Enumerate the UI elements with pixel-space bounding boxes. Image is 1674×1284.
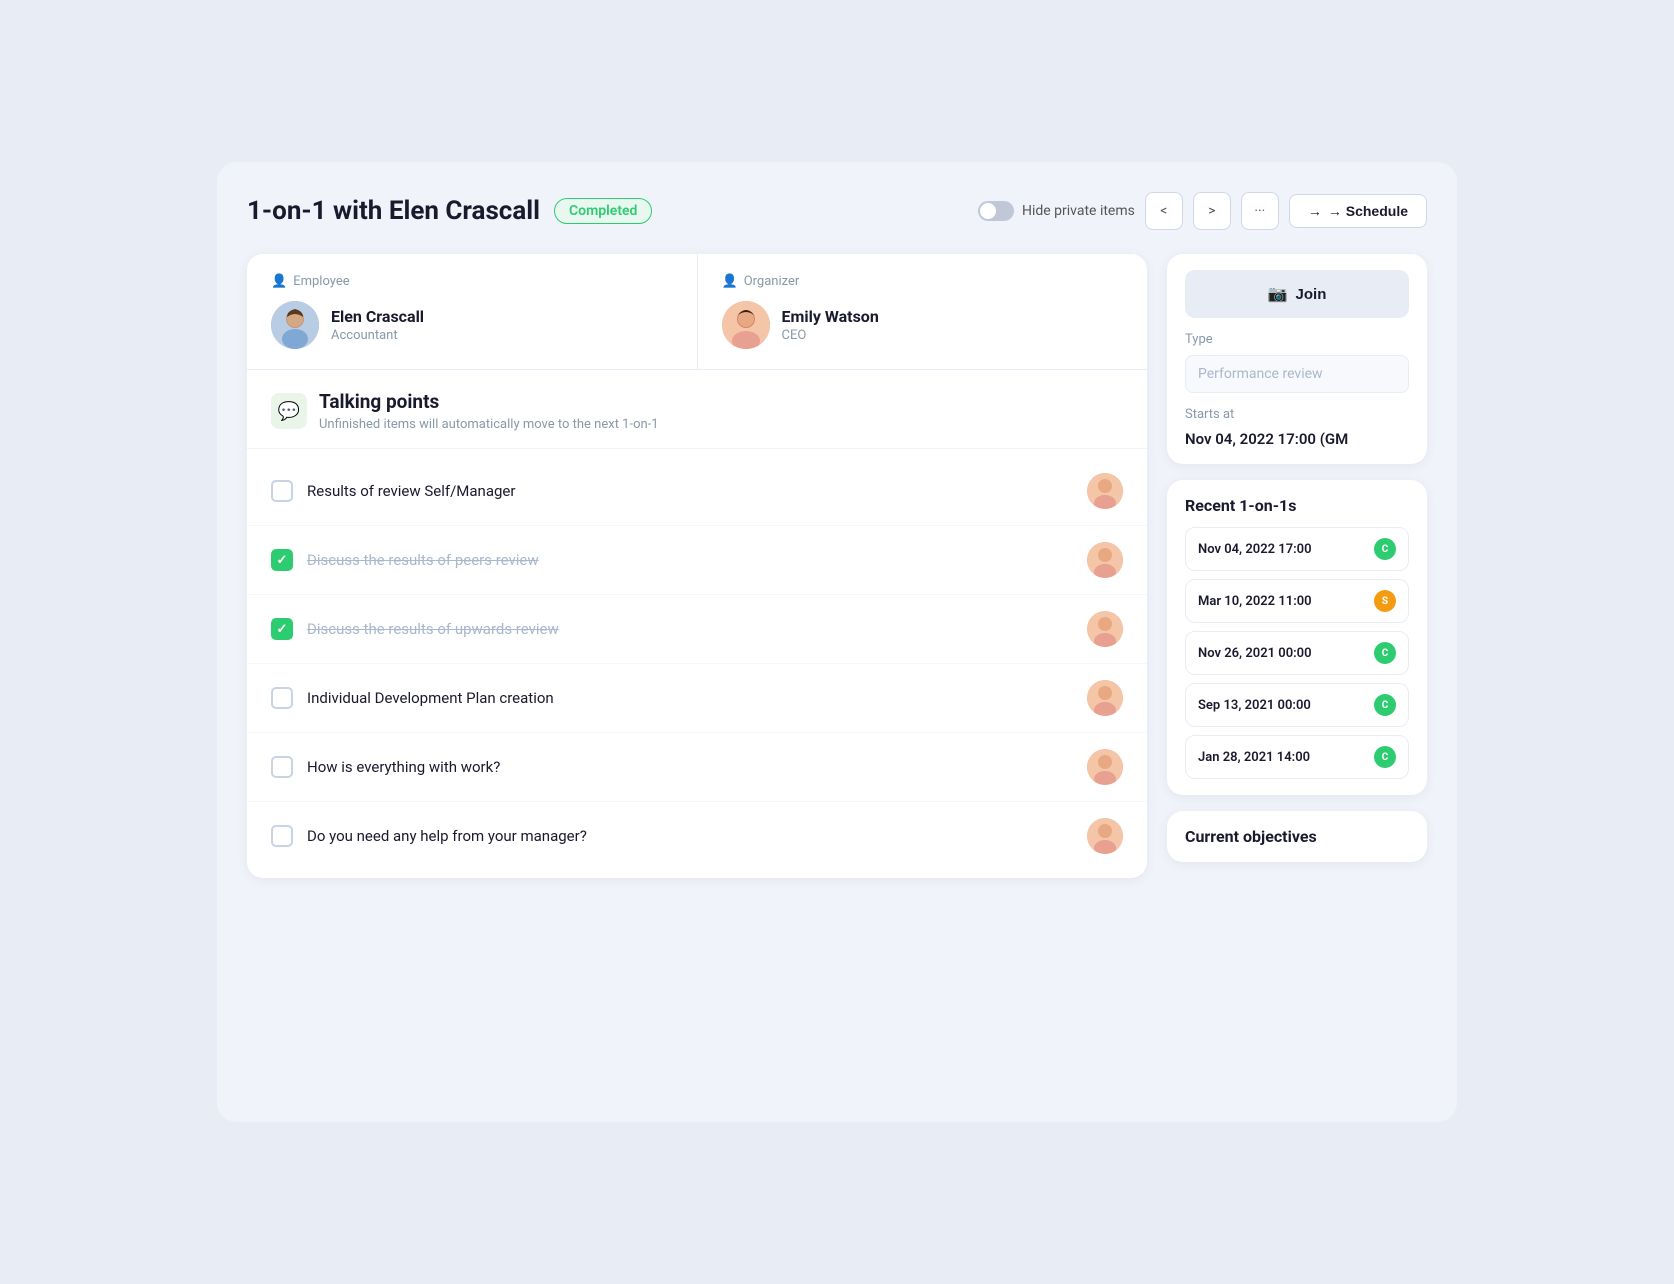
recent-badge-2: S bbox=[1374, 590, 1396, 612]
employee-column: 👤 Employee bbox=[247, 254, 698, 369]
recent-date-5: Jan 28, 2021 14:00 bbox=[1198, 750, 1310, 765]
organizer-column: 👤 Organizer bbox=[698, 254, 1148, 369]
talking-points-title: Talking points bbox=[319, 390, 659, 413]
recent-date-2: Mar 10, 2022 11:00 bbox=[1198, 594, 1312, 609]
agenda-avatar-3 bbox=[1087, 611, 1123, 647]
recent-badge-3: C bbox=[1374, 642, 1396, 664]
agenda-item: Discuss the results of upwards review bbox=[247, 595, 1147, 664]
type-label: Type bbox=[1185, 332, 1409, 347]
recent-item-2[interactable]: Mar 10, 2022 11:00 S bbox=[1185, 579, 1409, 623]
arrow-right-icon: → bbox=[1308, 203, 1322, 219]
recent-item-3[interactable]: Nov 26, 2021 00:00 C bbox=[1185, 631, 1409, 675]
current-objectives-header: Current objectives bbox=[1185, 827, 1409, 846]
agenda-text-1: Results of review Self/Manager bbox=[307, 482, 1073, 500]
agenda-checkbox-4[interactable] bbox=[271, 687, 293, 709]
agenda-avatar-5 bbox=[1087, 749, 1123, 785]
recent-item-1[interactable]: Nov 04, 2022 17:00 C bbox=[1185, 527, 1409, 571]
organizer-person-icon: 👤 bbox=[722, 274, 738, 289]
agenda-item: Discuss the results of peers review bbox=[247, 526, 1147, 595]
nav-next-button[interactable]: > bbox=[1193, 192, 1231, 230]
header-controls: Hide private items < > ··· → → Schedule bbox=[978, 192, 1427, 230]
video-camera-icon: 📷 bbox=[1268, 284, 1288, 304]
employee-info: Elen Crascall Accountant bbox=[271, 301, 673, 349]
agenda-text-6: Do you need any help from your manager? bbox=[307, 827, 1073, 845]
hide-private-toggle-container: Hide private items bbox=[978, 201, 1135, 221]
agenda-avatar-4 bbox=[1087, 680, 1123, 716]
join-type-card: 📷 Join Type Performance review Starts at… bbox=[1167, 254, 1427, 464]
agenda-checkbox-3[interactable] bbox=[271, 618, 293, 640]
main-layout: 👤 Employee bbox=[247, 254, 1427, 878]
recent-date-3: Nov 26, 2021 00:00 bbox=[1198, 646, 1312, 661]
starts-value: Nov 04, 2022 17:00 (GM bbox=[1185, 430, 1409, 448]
starts-label: Starts at bbox=[1185, 407, 1409, 422]
organizer-title: CEO bbox=[782, 328, 879, 343]
recent-badge-5: C bbox=[1374, 746, 1396, 768]
agenda-text-4: Individual Development Plan creation bbox=[307, 689, 1073, 707]
join-button[interactable]: 📷 Join bbox=[1185, 270, 1409, 318]
schedule-label: → Schedule bbox=[1328, 203, 1408, 219]
organizer-role-label: 👤 Organizer bbox=[722, 274, 1124, 289]
agenda-checkbox-2[interactable] bbox=[271, 549, 293, 571]
hide-private-label: Hide private items bbox=[1022, 203, 1135, 219]
agenda-text-5: How is everything with work? bbox=[307, 758, 1073, 776]
agenda-avatar-2 bbox=[1087, 542, 1123, 578]
agenda-avatar-1 bbox=[1087, 473, 1123, 509]
agenda-checkbox-1[interactable] bbox=[271, 480, 293, 502]
nav-prev-button[interactable]: < bbox=[1145, 192, 1183, 230]
schedule-button[interactable]: → → Schedule bbox=[1289, 194, 1427, 228]
organizer-avatar bbox=[722, 301, 770, 349]
agenda-item: Do you need any help from your manager? bbox=[247, 802, 1147, 870]
join-label: Join bbox=[1296, 286, 1327, 303]
app-container: 1-on-1 with Elen Crascall Completed Hide… bbox=[217, 162, 1457, 1122]
header: 1-on-1 with Elen Crascall Completed Hide… bbox=[247, 192, 1427, 230]
recent-item-5[interactable]: Jan 28, 2021 14:00 C bbox=[1185, 735, 1409, 779]
agenda-item: Individual Development Plan creation bbox=[247, 664, 1147, 733]
employee-title: Accountant bbox=[331, 328, 424, 343]
chevron-left-icon: < bbox=[1160, 203, 1167, 219]
starts-section: Starts at Nov 04, 2022 17:00 (GM bbox=[1185, 407, 1409, 448]
left-panel: 👤 Employee bbox=[247, 254, 1147, 878]
recent-ones-card: Recent 1-on-1s Nov 04, 2022 17:00 C Mar … bbox=[1167, 480, 1427, 795]
participants-section: 👤 Employee bbox=[247, 254, 1147, 370]
agenda-item: How is everything with work? bbox=[247, 733, 1147, 802]
employee-avatar bbox=[271, 301, 319, 349]
organizer-info: Emily Watson CEO bbox=[722, 301, 1124, 349]
hide-private-toggle[interactable] bbox=[978, 201, 1014, 221]
ellipsis-icon: ··· bbox=[1254, 203, 1265, 219]
more-options-button[interactable]: ··· bbox=[1241, 192, 1279, 230]
recent-date-4: Sep 13, 2021 00:00 bbox=[1198, 698, 1311, 713]
agenda-checkbox-6[interactable] bbox=[271, 825, 293, 847]
employee-role-label: 👤 Employee bbox=[271, 274, 673, 289]
talking-points-header: 💬 Talking points Unfinished items will a… bbox=[247, 370, 1147, 449]
type-value: Performance review bbox=[1185, 355, 1409, 393]
employee-name: Elen Crascall bbox=[331, 307, 424, 326]
chevron-right-icon: > bbox=[1208, 203, 1215, 219]
tp-title-row: 💬 Talking points Unfinished items will a… bbox=[271, 390, 1123, 432]
agenda-avatar-6 bbox=[1087, 818, 1123, 854]
current-objectives-card: Current objectives bbox=[1167, 811, 1427, 862]
talking-points-icon: 💬 bbox=[271, 393, 307, 429]
agenda-text-3: Discuss the results of upwards review bbox=[307, 620, 1073, 638]
agenda-list: Results of review Self/Manager Discuss t… bbox=[247, 449, 1147, 878]
organizer-details: Emily Watson CEO bbox=[782, 307, 879, 343]
agenda-text-2: Discuss the results of peers review bbox=[307, 551, 1073, 569]
recent-date-1: Nov 04, 2022 17:00 bbox=[1198, 542, 1312, 557]
tp-title-group: Talking points Unfinished items will aut… bbox=[319, 390, 659, 432]
recent-badge-1: C bbox=[1374, 538, 1396, 560]
talking-points-subtitle: Unfinished items will automatically move… bbox=[319, 417, 659, 432]
recent-item-4[interactable]: Sep 13, 2021 00:00 C bbox=[1185, 683, 1409, 727]
agenda-checkbox-5[interactable] bbox=[271, 756, 293, 778]
page-title: 1-on-1 with Elen Crascall bbox=[247, 196, 540, 226]
right-panel: 📷 Join Type Performance review Starts at… bbox=[1167, 254, 1427, 878]
type-section: Type Performance review bbox=[1185, 332, 1409, 393]
employee-details: Elen Crascall Accountant bbox=[331, 307, 424, 343]
recent-ones-header: Recent 1-on-1s bbox=[1185, 496, 1409, 515]
recent-badge-4: C bbox=[1374, 694, 1396, 716]
organizer-name: Emily Watson bbox=[782, 307, 879, 326]
agenda-item: Results of review Self/Manager bbox=[247, 457, 1147, 526]
person-icon: 👤 bbox=[271, 274, 287, 289]
status-badge: Completed bbox=[554, 198, 652, 224]
